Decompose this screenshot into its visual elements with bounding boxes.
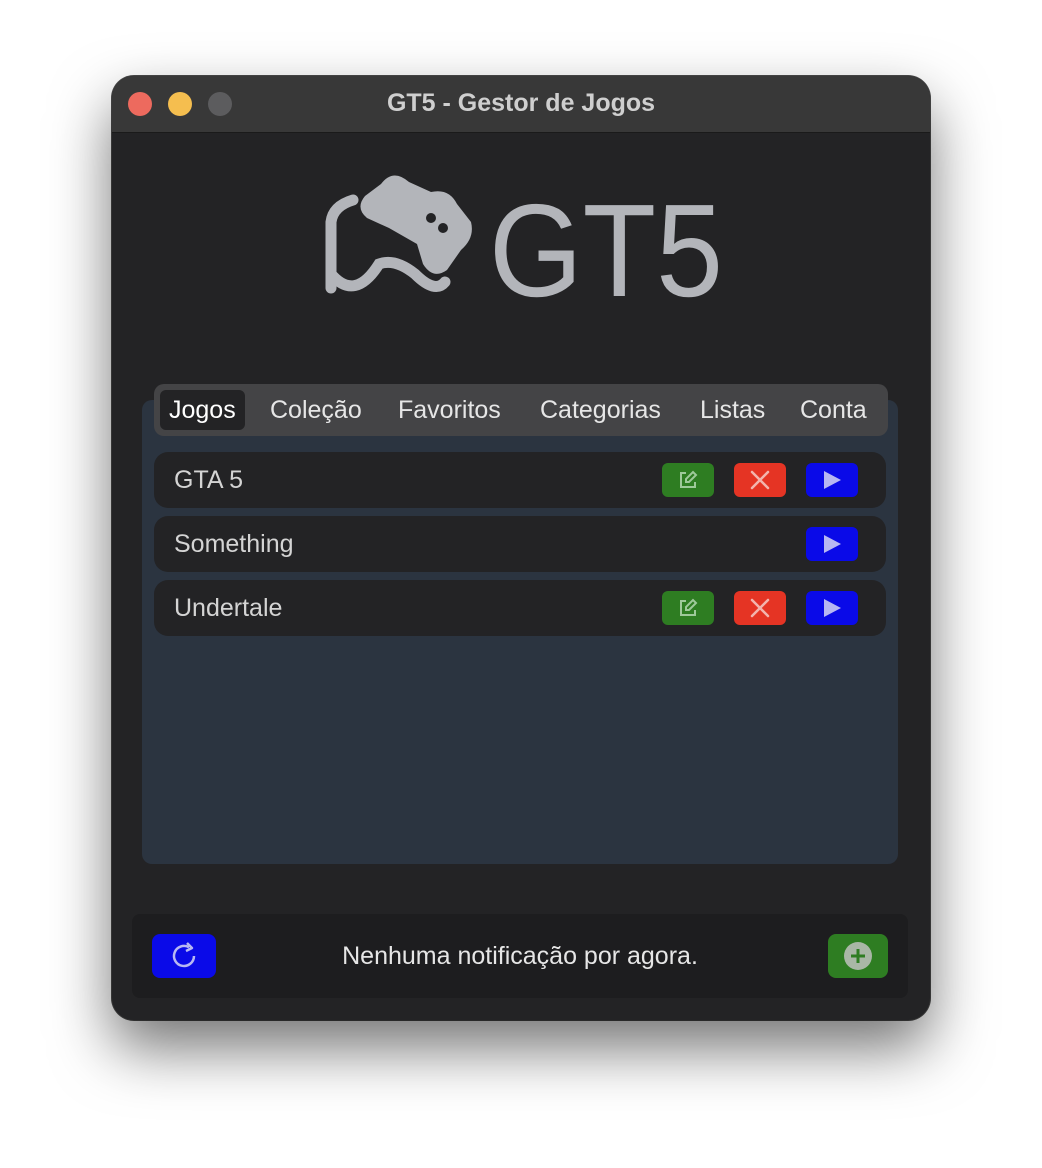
app-window: GT5 - Gestor de Jogos GT5 Jogos Coleção … [112, 76, 930, 1020]
tab-listas[interactable]: Listas [691, 390, 774, 430]
window-title: GT5 - Gestor de Jogos [386, 89, 656, 117]
gt5-logo: GT5 [325, 175, 723, 302]
delete-icon [750, 598, 770, 618]
play-button[interactable] [806, 463, 858, 497]
notification-bar: Nenhuma notificação por agora. [132, 914, 908, 998]
game-name: Something [174, 530, 294, 558]
tab-bar: Jogos Coleção Favoritos Categorias Lista… [154, 384, 888, 436]
edit-button[interactable] [662, 591, 714, 625]
play-button[interactable] [806, 527, 858, 561]
play-icon [824, 535, 841, 553]
add-game-button[interactable] [828, 934, 888, 978]
tab-favoritos[interactable]: Favoritos [389, 390, 510, 430]
play-icon [824, 599, 841, 617]
tab-jogos[interactable]: Jogos [160, 390, 245, 430]
title-bar: GT5 - Gestor de Jogos [112, 76, 930, 133]
edit-button[interactable] [662, 463, 714, 497]
game-row: Something [154, 516, 886, 572]
game-name: GTA 5 [174, 466, 244, 494]
tab-conta[interactable]: Conta [791, 390, 876, 430]
gamepad-icon [325, 175, 472, 294]
delete-icon [750, 470, 770, 490]
game-row: Undertale [154, 580, 886, 636]
edit-icon [680, 470, 698, 488]
edit-icon [680, 598, 698, 616]
refresh-button[interactable] [152, 934, 216, 978]
notification-text: Nenhuma notificação por agora. [342, 942, 698, 970]
plus-circle-icon [844, 942, 872, 970]
logo-text: GT5 [489, 177, 723, 302]
play-icon [824, 471, 841, 489]
tab-colecao[interactable]: Coleção [261, 390, 371, 430]
refresh-icon [172, 942, 196, 968]
delete-button[interactable] [734, 591, 786, 625]
play-button[interactable] [806, 591, 858, 625]
game-name: Undertale [174, 594, 283, 622]
delete-button[interactable] [734, 463, 786, 497]
game-row: GTA 5 [154, 452, 886, 508]
tab-categorias[interactable]: Categorias [531, 390, 670, 430]
